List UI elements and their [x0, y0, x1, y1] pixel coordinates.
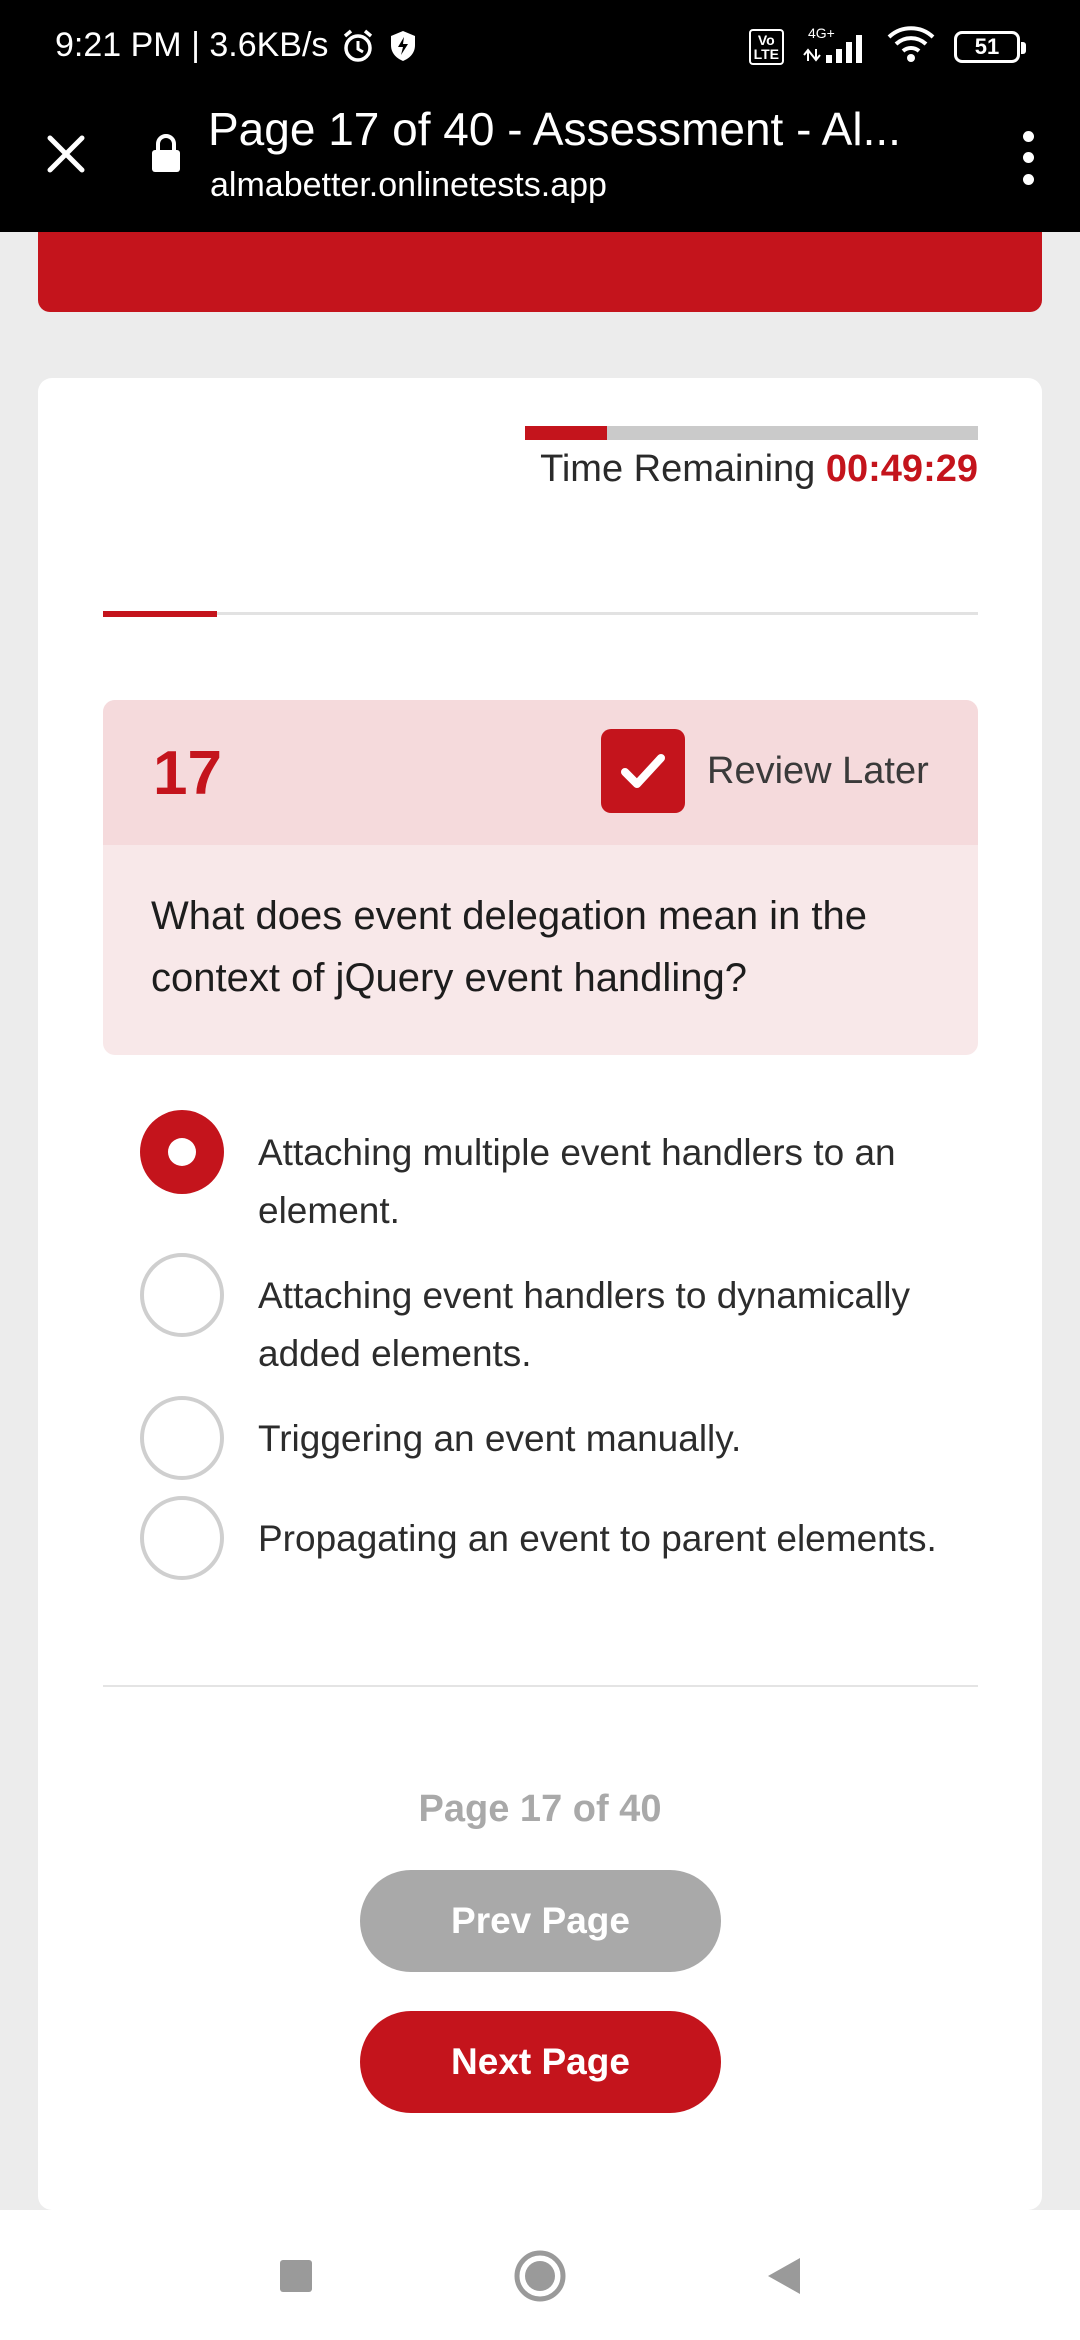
close-tab-button[interactable]	[38, 126, 94, 182]
status-bar: 9:21 PM | 3.6KB/s Vo LTE 4G+ 51	[0, 0, 1080, 90]
question-number: 17	[153, 739, 222, 808]
browser-toolbar: Page 17 of 40 - Assessment - Al... almab…	[0, 90, 1080, 232]
header-banner	[38, 232, 1042, 312]
wifi-icon	[886, 24, 936, 69]
question-box: 17 Review Later What does event delegati…	[103, 700, 978, 1055]
battery-indicator: 51	[954, 30, 1026, 63]
timer-progress-fill	[525, 426, 607, 440]
answer-option-text: Attaching event handlers to dynamically …	[258, 1275, 910, 1374]
status-time-speed: 9:21 PM | 3.6KB/s	[55, 26, 329, 64]
test-progress-fill	[103, 611, 217, 617]
triangle-back-icon	[768, 2258, 800, 2294]
answer-option-text: Propagating an event to parent elements.	[258, 1518, 937, 1559]
lock-icon	[150, 132, 182, 179]
radio-button[interactable]	[140, 1496, 224, 1580]
test-progress-bar	[103, 611, 978, 617]
time-remaining-label: Time Remaining	[540, 448, 816, 490]
page-title[interactable]: Page 17 of 40 - Assessment - Al...	[208, 102, 928, 156]
review-checkbox-box[interactable]	[601, 729, 685, 813]
timer-progress-bar	[525, 426, 978, 440]
home-button[interactable]	[510, 2246, 570, 2306]
system-nav-bar	[0, 2210, 1080, 2340]
status-right: Vo LTE 4G+ 51	[748, 24, 1026, 69]
question-header: 17 Review Later	[103, 700, 978, 845]
radio-button[interactable]	[140, 1110, 224, 1194]
checkmark-icon	[621, 754, 665, 788]
review-later-label: Review Later	[707, 749, 929, 792]
volte-badge: Vo LTE	[748, 28, 784, 65]
divider	[103, 1685, 978, 1687]
radio-button[interactable]	[140, 1253, 224, 1337]
review-later-checkbox[interactable]: Review Later	[601, 729, 929, 813]
back-button[interactable]	[754, 2246, 814, 2306]
url-domain[interactable]: almabetter.onlinetests.app	[210, 166, 607, 205]
prev-page-button[interactable]: Prev Page	[360, 1870, 721, 1972]
time-remaining-value: 00:49:29	[825, 448, 978, 490]
signal-icon: 4G+	[802, 25, 868, 67]
time-remaining: Time Remaining 00:49:29	[540, 448, 978, 491]
page-indicator: Page 17 of 40	[418, 1788, 662, 1830]
status-left: 9:21 PM | 3.6KB/s	[55, 26, 418, 65]
square-icon	[280, 2260, 312, 2292]
close-icon	[47, 135, 85, 173]
radio-button[interactable]	[140, 1396, 224, 1480]
answer-option-text: Triggering an event manually.	[258, 1418, 742, 1459]
shield-icon	[388, 29, 418, 63]
question-text: What does event delegation mean in the c…	[151, 894, 868, 1000]
answer-option-text: Attaching multiple event handlers to an …	[258, 1132, 896, 1231]
more-vertical-icon[interactable]	[1006, 126, 1050, 190]
alarm-icon	[340, 28, 376, 64]
recents-button[interactable]	[266, 2246, 326, 2306]
next-page-button[interactable]: Next Page	[360, 2011, 721, 2113]
circle-icon	[514, 2250, 566, 2302]
